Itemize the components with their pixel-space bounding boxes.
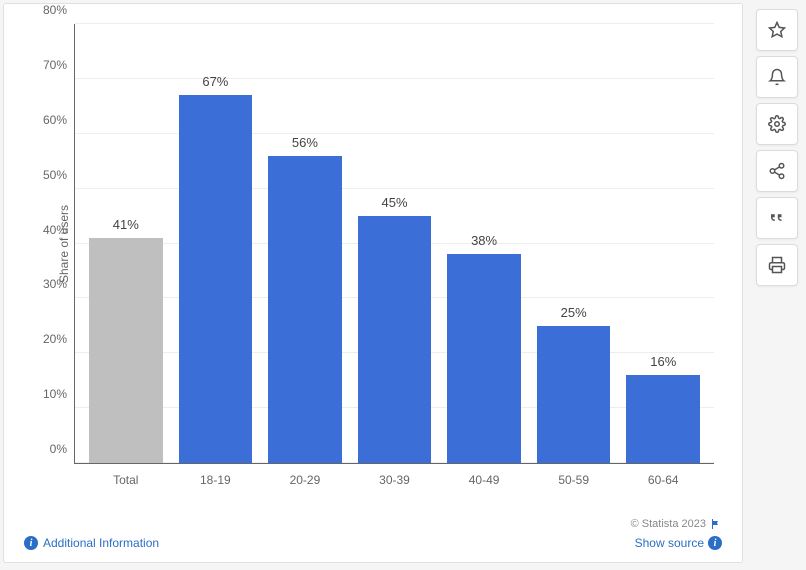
show-source-label: Show source — [635, 536, 704, 550]
star-icon — [768, 21, 786, 39]
bar-value-label: 56% — [292, 135, 318, 150]
bar-group: 41%Total67%18-1956%20-2945%30-3938%40-49… — [75, 24, 714, 463]
additional-info-label: Additional Information — [43, 536, 159, 550]
share-icon — [768, 162, 786, 180]
x-tick-label: 18-19 — [200, 473, 231, 487]
bar-wrap: 45%30-39 — [350, 24, 440, 463]
x-tick-label: 40-49 — [469, 473, 500, 487]
y-tick-label: 30% — [43, 277, 75, 291]
bar[interactable]: 45% — [358, 216, 432, 463]
print-icon — [768, 256, 786, 274]
info-icon: i — [708, 536, 722, 550]
y-tick-label: 20% — [43, 332, 75, 346]
x-tick-label: Total — [113, 473, 138, 487]
y-tick-label: 40% — [43, 223, 75, 237]
chart-footer: i Additional Information © Statista 2023… — [24, 518, 722, 550]
bar[interactable]: 41% — [89, 238, 163, 463]
copyright-text: © Statista 2023 — [631, 518, 722, 530]
additional-info-link[interactable]: i Additional Information — [24, 536, 159, 550]
bar-wrap: 25%50-59 — [529, 24, 619, 463]
bar-wrap: 67%18-19 — [171, 24, 261, 463]
bar[interactable]: 56% — [268, 156, 342, 463]
x-tick-label: 60-64 — [648, 473, 679, 487]
alert-button[interactable] — [756, 56, 798, 98]
bar-wrap: 16%60-64 — [618, 24, 708, 463]
flag-icon[interactable] — [710, 518, 722, 530]
bar-value-label: 45% — [382, 195, 408, 210]
y-tick-label: 10% — [43, 387, 75, 401]
chart-card: Share of users 0% 10% 20% 30% 40% 50% 60% 70% 80… — [3, 3, 743, 563]
y-tick-label: 80% — [43, 3, 75, 17]
y-tick-label: 0% — [50, 442, 75, 456]
print-button[interactable] — [756, 244, 798, 286]
bar-value-label: 41% — [113, 217, 139, 232]
bar-value-label: 16% — [650, 354, 676, 369]
y-tick-label: 60% — [43, 113, 75, 127]
cite-button[interactable] — [756, 197, 798, 239]
y-tick-label: 70% — [43, 58, 75, 72]
y-tick-label: 50% — [43, 168, 75, 182]
bar-wrap: 41%Total — [81, 24, 171, 463]
bar-value-label: 25% — [561, 305, 587, 320]
side-toolbar — [756, 9, 798, 286]
bar[interactable]: 16% — [626, 375, 700, 463]
bar-wrap: 56%20-29 — [260, 24, 350, 463]
bar[interactable]: 67% — [179, 95, 253, 463]
gear-icon — [768, 115, 786, 133]
info-icon: i — [24, 536, 38, 550]
favorite-button[interactable] — [756, 9, 798, 51]
plot-area: Share of users 0%10%20%30%40%50%60%70%80… — [74, 24, 714, 464]
quote-icon — [768, 209, 786, 227]
bar-value-label: 67% — [202, 74, 228, 89]
show-source-link[interactable]: Show source i — [631, 536, 722, 550]
x-tick-label: 50-59 — [558, 473, 589, 487]
bar[interactable]: 38% — [447, 254, 521, 463]
bell-icon — [768, 68, 786, 86]
share-button[interactable] — [756, 150, 798, 192]
settings-button[interactable] — [756, 103, 798, 145]
y-axis-title: Share of users — [57, 204, 71, 282]
bar-value-label: 38% — [471, 233, 497, 248]
bar-wrap: 38%40-49 — [439, 24, 529, 463]
x-tick-label: 20-29 — [290, 473, 321, 487]
bar[interactable]: 25% — [537, 326, 611, 463]
x-tick-label: 30-39 — [379, 473, 410, 487]
